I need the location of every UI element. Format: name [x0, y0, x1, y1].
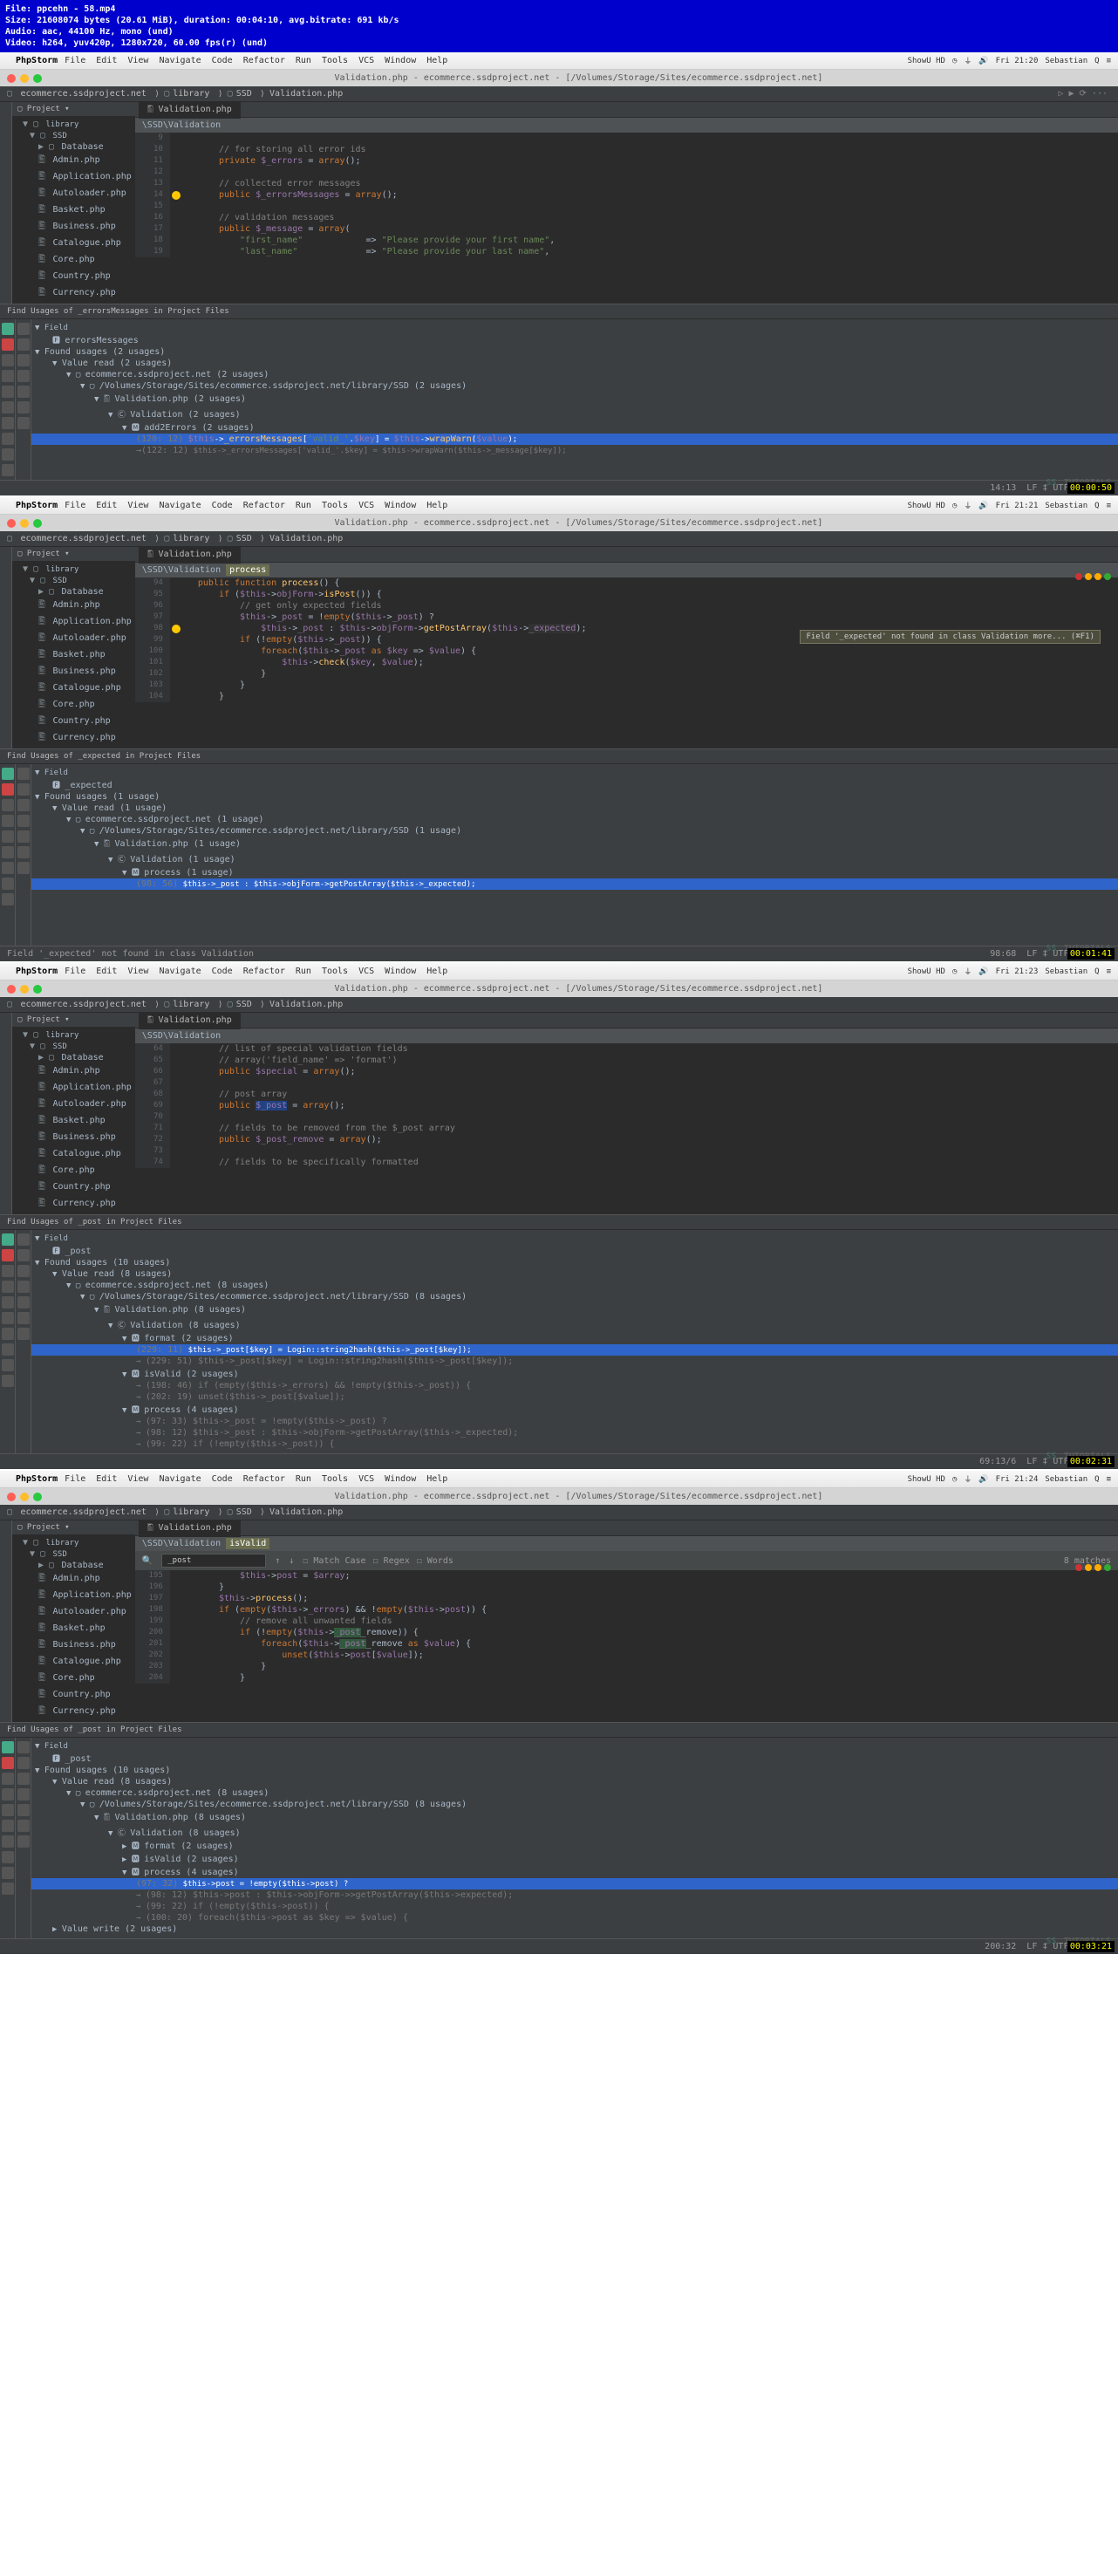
menu-help[interactable]: Help [426, 56, 447, 65]
mac-menubar: PhpStorm File Edit View Navigate Code Re… [0, 52, 1118, 70]
menu-run[interactable]: Run [296, 56, 311, 65]
menubar-widget[interactable]: ShowU HD [908, 57, 945, 65]
wifi-icon[interactable]: ⏚ [964, 55, 971, 66]
screenshot-4: PhpStorm FileEditView NavigateCodeRefact… [0, 1471, 1118, 1954]
clock-icon: ◷ [952, 57, 957, 65]
project-tree[interactable]: ▼ ▢ library ▼ ▢ SSD ▶ ▢ Database 🖺 Admin… [12, 117, 135, 304]
window-titlebar: Validation.php - ecommerce.ssdproject.ne… [0, 70, 1118, 86]
menu-code[interactable]: Code [212, 56, 233, 65]
close-button[interactable] [7, 74, 16, 83]
error-stripe[interactable] [1075, 573, 1111, 580]
search-input[interactable] [161, 1554, 266, 1568]
status-message: Field '_expected' not found in class Val… [7, 949, 254, 959]
usage-result-selected: (120: 12) $this->_errorsMessages['valid_… [31, 434, 1118, 445]
find-usages-title: Find Usages of _errorsMessages in Projec… [0, 304, 1118, 319]
namespace-bar: \SSD\Validation [135, 118, 1118, 133]
code-editor[interactable]: 9 10 // for storing all error ids 11 pri… [135, 133, 1118, 257]
breadcrumb: ▢ ecommerce.ssdproject.net ⟩ ▢library ⟩ … [0, 86, 1118, 102]
menu-vcs[interactable]: VCS [358, 56, 374, 65]
spotlight-icon[interactable]: Q [1094, 57, 1099, 65]
find-in-file-bar[interactable]: 🔍 ↑↓ ☐ Match Case ☐ Regex ☐ Words 8 matc… [135, 1551, 1118, 1570]
find-toolbar[interactable] [0, 319, 16, 480]
maximize-button[interactable] [33, 74, 42, 83]
intention-bulb-icon[interactable] [172, 191, 181, 200]
breadcrumb-item[interactable]: ecommerce.ssdproject.net [20, 89, 147, 99]
editor-tab[interactable]: 🖺 Validation.php [139, 101, 241, 119]
menu-tools[interactable]: Tools [322, 56, 348, 65]
menu-view[interactable]: View [127, 56, 148, 65]
screenshot-1: PhpStorm File Edit View Navigate Code Re… [0, 52, 1118, 495]
minimize-button[interactable] [20, 74, 29, 83]
volume-icon[interactable]: 🔊 [978, 57, 988, 65]
screenshot-2: PhpStorm FileEditView NavigateCodeRefact… [0, 497, 1118, 961]
find-toolbar-2[interactable] [16, 319, 31, 480]
find-results-tree[interactable]: ▼ Field 🅵 errorsMessages ▼ Found usages … [31, 319, 1118, 480]
user[interactable]: Sebastian [1045, 57, 1087, 65]
video-timestamp: 00:00:50 [1067, 482, 1115, 494]
menu-icon[interactable]: ≡ [1107, 57, 1111, 65]
tool-window-bar[interactable] [0, 102, 12, 304]
menu-edit[interactable]: Edit [96, 56, 117, 65]
file-info-header: File: ppcehn - 58.mp4 Size: 21608074 byt… [0, 0, 1118, 52]
menu-refactor[interactable]: Refactor [243, 56, 285, 65]
inspection-hint-popup[interactable]: Field '_expected' not found in class Val… [800, 630, 1101, 644]
folder-icon: ▢ [7, 89, 12, 99]
menu-window[interactable]: Window [385, 56, 416, 65]
code-editor[interactable]: 64 // list of special validation fields … [135, 1043, 1118, 1168]
app-name[interactable]: PhpStorm [16, 56, 58, 65]
menu-navigate[interactable]: Navigate [159, 56, 201, 65]
screenshot-3: PhpStorm FileEditView NavigateCodeRefact… [0, 963, 1118, 1469]
window-title: Validation.php - ecommerce.ssdproject.ne… [46, 73, 1111, 83]
menu-file[interactable]: File [65, 56, 85, 65]
code-editor[interactable]: 195 $this->post = $array; 196 } 197 $thi… [135, 1570, 1118, 1684]
search-icon: 🔍 [142, 1556, 153, 1566]
project-tab[interactable]: ▢ Project ▾ [12, 102, 135, 117]
clock[interactable]: Fri 21:20 [996, 57, 1039, 65]
status-bar: 14:13LF ‡ UTF-8 ‡🔒 [0, 480, 1118, 495]
